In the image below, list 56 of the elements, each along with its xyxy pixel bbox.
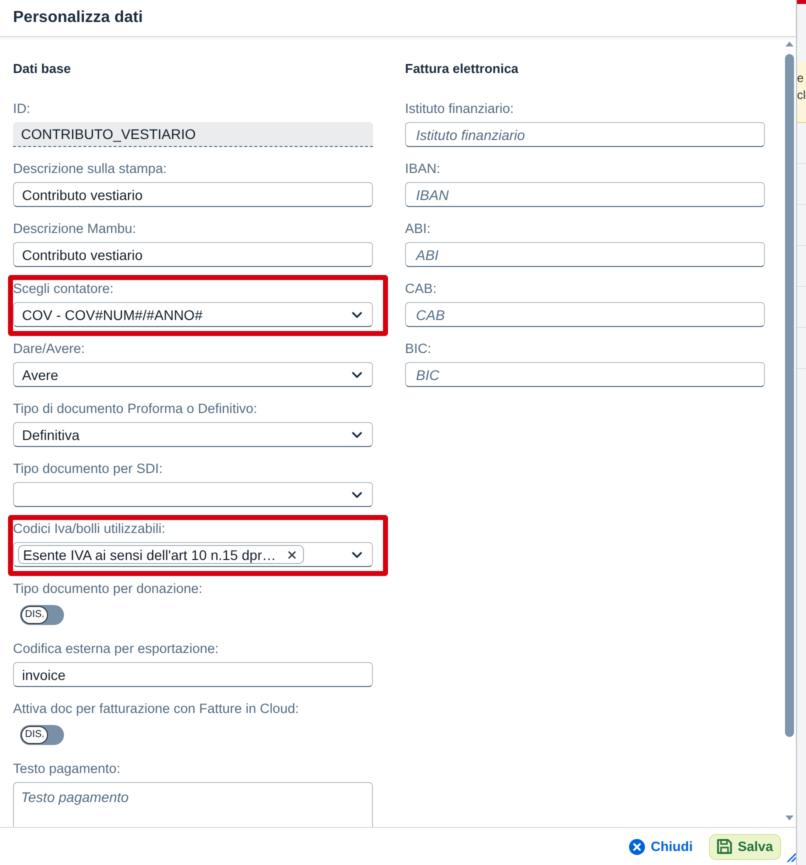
chevron-down-icon xyxy=(352,552,362,558)
scroll-up-icon[interactable] xyxy=(785,41,794,47)
field-label: Attiva doc per fatturazione con Fatture in Cloud: xyxy=(13,700,299,718)
save-icon xyxy=(716,839,732,854)
chevron-down-icon xyxy=(352,432,362,438)
save-button[interactable]: Salva xyxy=(708,834,781,860)
scrollbar-thumb[interactable] xyxy=(785,54,794,737)
text-field[interactable]: invoice xyxy=(13,662,373,687)
field-label: CAB: xyxy=(405,280,437,298)
toggle-switch[interactable]: DIS. xyxy=(20,604,64,624)
chevron-down-icon xyxy=(352,312,362,318)
field-label: BIC: xyxy=(405,340,432,358)
section-heading: Dati base xyxy=(13,60,71,78)
dropdown[interactable]: COV - COV#NUM#/#ANNO# xyxy=(13,302,373,327)
toggle-switch[interactable]: DIS. xyxy=(20,724,64,744)
field-label: ID: xyxy=(13,100,30,118)
text-field[interactable]: BIC xyxy=(405,362,765,387)
field-label: Descrizione sulla stampa: xyxy=(13,160,167,178)
text-field[interactable]: Contributo vestiario xyxy=(13,182,373,207)
text-field[interactable]: Istituto finanziario xyxy=(405,122,765,147)
chevron-down-icon xyxy=(352,372,362,378)
field-label: Istituto finanziario: xyxy=(405,100,514,118)
close-icon xyxy=(628,838,645,854)
field-label: Tipo di documento Proforma o Definitivo: xyxy=(13,400,258,418)
field-label: Codifica esterna per esportazione: xyxy=(13,640,219,658)
dialog-title: Personalizza dati xyxy=(13,9,143,27)
chevron-down-icon xyxy=(352,492,362,498)
close-icon[interactable] xyxy=(288,550,296,558)
field-label: IBAN: xyxy=(405,160,440,178)
field-label: Codici Iva/bolli utilizzabili: xyxy=(13,520,166,538)
field-label: Tipo documento per SDI: xyxy=(13,460,163,478)
readonly-field[interactable]: CONTRIBUTO_VESTIARIO xyxy=(13,122,373,147)
text-field[interactable]: IBAN xyxy=(405,182,765,207)
scroll-down-icon[interactable] xyxy=(785,815,794,821)
note-text: cl xyxy=(797,87,806,104)
resize-grip-icon[interactable] xyxy=(787,853,796,862)
field-label: Tipo documento per donazione: xyxy=(13,580,202,598)
token-chip[interactable]: Esente IVA ai sensi dell'art 10 n.15 dpr… xyxy=(18,545,304,564)
top-bar xyxy=(797,0,806,4)
dropdown[interactable]: Avere xyxy=(13,362,373,387)
text-field[interactable]: Contributo vestiario xyxy=(13,242,373,267)
text-field[interactable]: CAB xyxy=(405,302,765,327)
section-heading: Fattura elettronica xyxy=(405,60,518,78)
note-text: e xyxy=(797,70,805,87)
field-label: ABI: xyxy=(405,220,431,238)
textarea-field[interactable]: Testo pagamento xyxy=(13,782,373,827)
text-field[interactable]: ABI xyxy=(405,242,765,267)
token-label: Esente IVA ai sensi dell'art 10 n.15 dpr… xyxy=(23,546,276,562)
field-label: Descrizione Mambu: xyxy=(13,220,136,238)
field-label: Scegli contatore: xyxy=(13,280,114,298)
close-button[interactable]: Chiudi xyxy=(624,834,697,858)
field-label: Testo pagamento: xyxy=(13,760,120,778)
multi-select-field[interactable]: Esente IVA ai sensi dell'art 10 n.15 dpr… xyxy=(13,542,373,567)
dropdown[interactable] xyxy=(13,482,373,507)
field-label: Dare/Avere: xyxy=(13,340,85,358)
dropdown[interactable]: Definitiva xyxy=(13,422,373,447)
